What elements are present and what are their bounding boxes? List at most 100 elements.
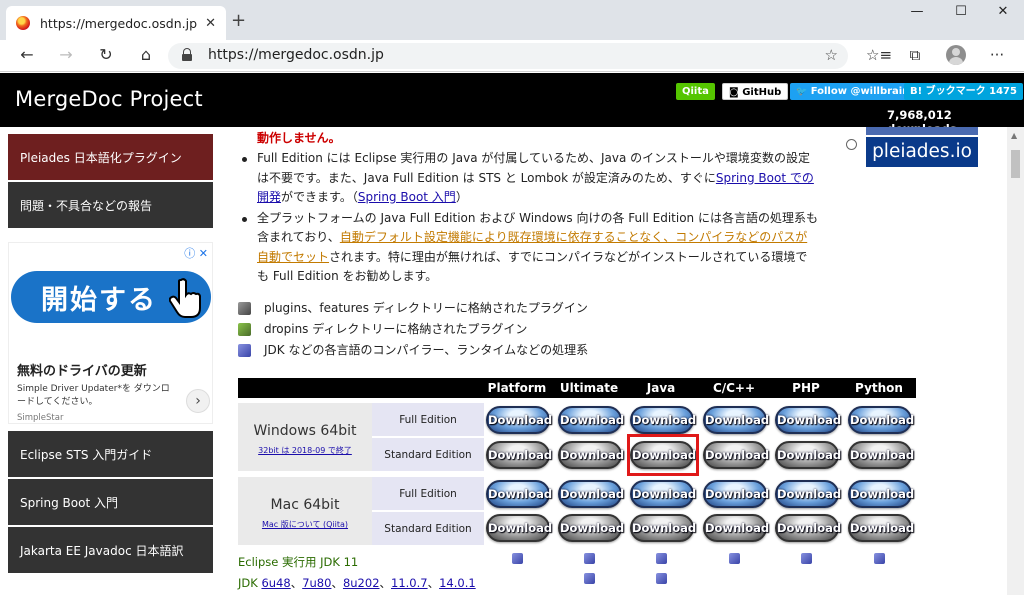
browser-tab[interactable]: https://mergedoc.osdn.jp ✕ — [6, 6, 226, 40]
download-button-mac-standard-cc[interactable]: Download — [703, 514, 769, 542]
jdk11-cube-icon — [729, 553, 740, 564]
advertisement[interactable]: ⓘ ✕ 開始する 無料のドライバの更新 Simple Driver Update… — [8, 242, 213, 424]
link-mac-qiita[interactable]: Mac 版について (Qiita) — [238, 519, 372, 530]
radio-button[interactable] — [846, 139, 857, 150]
win-standard-edition: Standard Edition — [372, 438, 484, 472]
lock-icon — [182, 48, 192, 61]
mac-standard-edition: Standard Edition — [372, 512, 484, 546]
favorites-list-icon[interactable]: ☆≡ — [866, 46, 892, 64]
scroll-up-icon[interactable]: ▲ — [1011, 131, 1017, 140]
twitter-follow-button[interactable]: 🐦 Follow @willbrains — [790, 83, 922, 100]
highlight-box — [627, 434, 699, 476]
sidebar-item-pleiades[interactable]: Pleiades 日本語化プラグイン — [8, 134, 213, 182]
jdk-versions-row: JDK 6u48、7u80、8u202、11.0.7、14.0.1 — [238, 576, 476, 590]
tab-title: https://mergedoc.osdn.jp — [40, 15, 198, 31]
github-button[interactable]: ◙ GitHub — [722, 83, 789, 100]
forward-icon[interactable]: → — [55, 45, 77, 64]
site-header: MergeDoc Project Qiita ◙ GitHub 🐦 Follow… — [0, 73, 1024, 136]
sidebar-item-report[interactable]: 問題・不具合などの報告 — [8, 182, 213, 230]
col-cpp: C/C++ — [712, 381, 756, 395]
jdk-link-14[interactable]: 14.0.1 — [439, 576, 476, 590]
col-php: PHP — [792, 381, 820, 395]
close-window-button[interactable]: ✕ — [983, 4, 1023, 19]
download-button-win-full-cc[interactable]: Download — [703, 406, 769, 434]
scroll-thumb[interactable] — [1011, 150, 1020, 178]
jdk-cube-icon — [584, 573, 595, 584]
download-button-mac-full-python[interactable]: Download — [848, 480, 914, 508]
page-scrollbar[interactable]: ▲ — [1007, 127, 1024, 595]
download-button-mac-full-platform[interactable]: Download — [486, 480, 552, 508]
os-windows-name: Windows 64bit — [253, 423, 357, 439]
download-button-mac-full-ultimate[interactable]: Download — [558, 480, 624, 508]
sidebar-item-sts-guide[interactable]: Eclipse STS 入門ガイド — [8, 431, 213, 479]
os-mac: Mac 64bit Mac 版について (Qiita) — [238, 477, 372, 545]
home-icon[interactable]: ⌂ — [135, 45, 157, 64]
sidebar-top: Pleiades 日本語化プラグイン 問題・不具合などの報告 — [8, 134, 213, 230]
download-button-mac-standard-python[interactable]: Download — [848, 514, 914, 542]
twitter-bird-icon: 🐦 — [796, 87, 808, 97]
legend-plugins: plugins、features ディレクトリーに格納されたプラグイン — [238, 298, 588, 319]
download-button-mac-standard-platform[interactable]: Download — [486, 514, 552, 542]
warning-text: 動作しません。 — [257, 131, 341, 145]
jdk-link-7u80[interactable]: 7u80 — [302, 576, 331, 590]
profile-avatar[interactable] — [946, 45, 966, 65]
col-python: Python — [855, 381, 903, 395]
download-button-win-full-php[interactable]: Download — [775, 406, 841, 434]
new-tab-button[interactable]: + — [231, 10, 246, 31]
site-favicon-icon — [16, 16, 30, 30]
download-button-win-standard-ultimate[interactable]: Download — [558, 441, 624, 469]
blue-cube-icon — [238, 344, 251, 357]
link-spring-boot-intro[interactable]: Spring Boot 入門 — [358, 190, 456, 204]
download-button-win-standard-cc[interactable]: Download — [703, 441, 769, 469]
os-windows: Windows 64bit 32bit は 2018-09 で終了 — [238, 403, 372, 471]
favorite-star-icon[interactable]: ☆ — [825, 46, 838, 64]
refresh-icon[interactable]: ↻ — [95, 45, 117, 64]
banner-top-strip — [866, 127, 978, 135]
jdk-link-11[interactable]: 11.0.7 — [391, 576, 428, 590]
maximize-button[interactable]: ☐ — [941, 4, 981, 19]
download-button-win-full-ultimate[interactable]: Download — [558, 406, 624, 434]
bullet-list: Full Edition には Eclipse 実行用の Java が付属してい… — [238, 149, 818, 287]
download-button-mac-standard-php[interactable]: Download — [775, 514, 841, 542]
minimize-button[interactable]: — — [897, 4, 937, 19]
qiita-button[interactable]: Qiita — [676, 83, 715, 100]
download-button-mac-full-cc[interactable]: Download — [703, 480, 769, 508]
download-button-win-full-python[interactable]: Download — [848, 406, 914, 434]
pleiades-io-banner[interactable]: pleiades.io — [866, 137, 978, 167]
os-mac-name: Mac 64bit — [270, 497, 340, 513]
sidebar-bottom: Eclipse STS 入門ガイド Spring Boot 入門 Jakarta… — [8, 431, 213, 575]
ad-next-arrow-icon[interactable]: › — [186, 389, 210, 413]
ad-info-close-icon[interactable]: ⓘ ✕ — [184, 245, 208, 261]
download-button-win-standard-python[interactable]: Download — [848, 441, 914, 469]
ad-source: SimpleStar — [17, 413, 64, 423]
download-button-win-standard-platform[interactable]: Download — [486, 441, 552, 469]
sidebar-item-spring-boot[interactable]: Spring Boot 入門 — [8, 479, 213, 527]
url-input[interactable]: https://mergedoc.osdn.jp ☆ — [168, 43, 848, 69]
mac-full-edition: Full Edition — [372, 477, 484, 511]
tab-close-icon[interactable]: ✕ — [205, 16, 216, 31]
jdk-cube-icon — [656, 573, 667, 584]
url-text: https://mergedoc.osdn.jp — [208, 47, 384, 63]
legend-jdk: JDK などの各言語のコンパイラー、ランタイムなどの処理系 — [238, 340, 588, 361]
win-full-edition: Full Edition — [372, 403, 484, 437]
sidebar-item-jakarta[interactable]: Jakarta EE Javadoc 日本語訳 — [8, 527, 213, 575]
collections-icon[interactable]: ⧉ — [904, 46, 926, 64]
download-button-mac-full-java[interactable]: Download — [630, 480, 696, 508]
hatena-bookmark-button[interactable]: B! ブックマーク 1475 — [904, 83, 1023, 100]
download-button-mac-standard-ultimate[interactable]: Download — [558, 514, 624, 542]
download-button-win-standard-php[interactable]: Download — [775, 441, 841, 469]
plugin-legend: plugins、features ディレクトリーに格納されたプラグイン drop… — [238, 298, 588, 361]
legend-dropins: dropins ディレクトリーに格納されたプラグイン — [238, 319, 588, 340]
download-table: Platform Ultimate Java C/C++ PHP Python … — [238, 378, 916, 546]
download-button-win-full-java[interactable]: Download — [630, 406, 696, 434]
download-button-mac-full-php[interactable]: Download — [775, 480, 841, 508]
jdk-link-6u48[interactable]: 6u48 — [261, 576, 290, 590]
back-icon[interactable]: ← — [16, 45, 38, 64]
download-button-mac-standard-java[interactable]: Download — [630, 514, 696, 542]
site-logo[interactable]: MergeDoc Project — [15, 87, 203, 111]
download-button-win-full-platform[interactable]: Download — [486, 406, 552, 434]
jdk-link-8u202[interactable]: 8u202 — [343, 576, 380, 590]
link-32bit[interactable]: 32bit は 2018-09 で終了 — [238, 445, 372, 456]
settings-menu-icon[interactable]: ··· — [986, 46, 1008, 64]
ad-description: Simple Driver Updater*を ダウンロードしてください。 — [17, 384, 170, 407]
